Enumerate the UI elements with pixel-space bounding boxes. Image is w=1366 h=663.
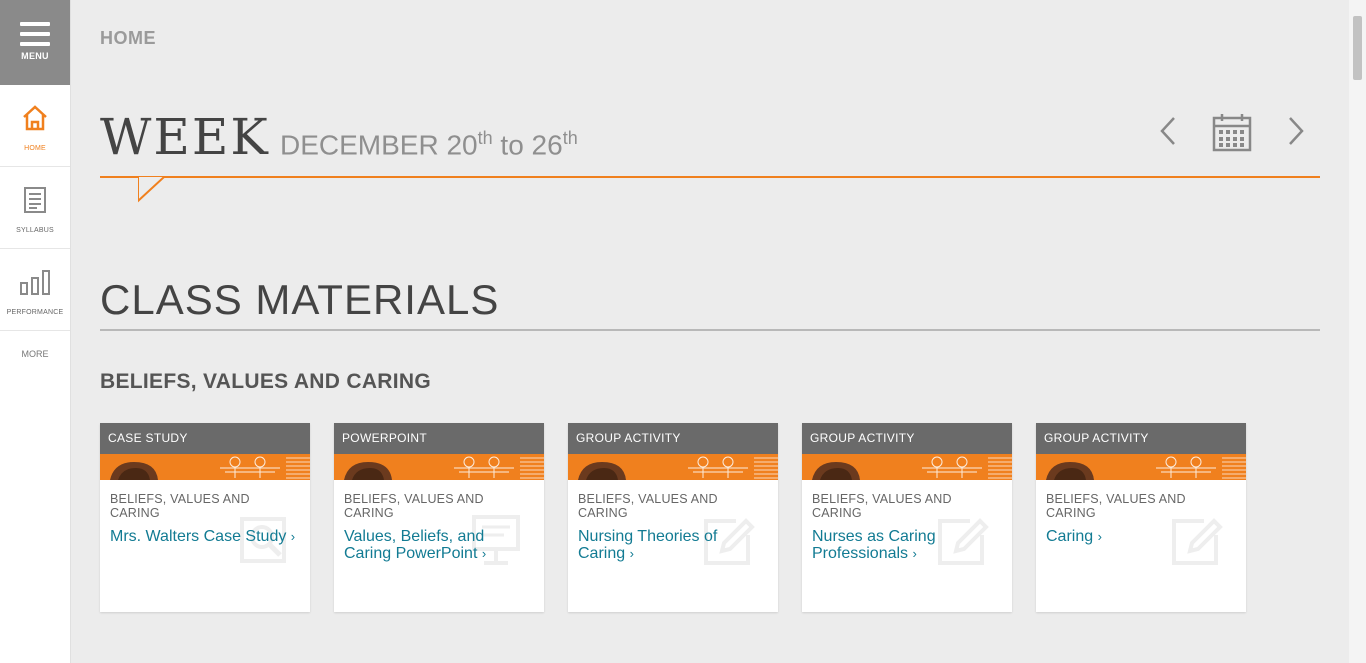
home-icon <box>23 105 47 131</box>
card-title-link[interactable]: Values, Beliefs, and Caring PowerPoint › <box>334 520 544 562</box>
card-title-link[interactable]: Nursing Theories of Caring › <box>568 520 778 562</box>
card-list: CASE STUDY BELIEFS, VALUES AND CARING Mr… <box>100 423 1246 612</box>
chevron-right-icon: › <box>290 529 296 544</box>
vertical-scrollbar[interactable] <box>1349 0 1366 663</box>
sidebar-item-syllabus[interactable]: SYLLABUS <box>0 167 70 249</box>
performance-icon <box>20 270 50 295</box>
card-banner-image <box>334 454 544 480</box>
chevron-right-icon: › <box>912 546 917 561</box>
section-title: CLASS MATERIALS <box>100 276 500 323</box>
card-title-link[interactable]: Caring › <box>1036 520 1246 545</box>
sidebar-more-button[interactable]: MORE <box>0 331 70 359</box>
material-card[interactable]: GROUP ACTIVITY BELIEFS, VALUES AND CARIN… <box>1036 423 1246 612</box>
hamburger-icon <box>20 22 50 46</box>
material-card[interactable]: POWERPOINT BELIEFS, VALUES AND CARING Va… <box>334 423 544 612</box>
calendar-icon <box>1212 114 1252 152</box>
chevron-right-icon: › <box>481 546 487 561</box>
sidebar-item-label: HOME <box>24 145 46 152</box>
menu-button[interactable]: MENU <box>0 0 70 85</box>
sidebar-item-performance[interactable]: PERFORMANCE <box>0 249 70 331</box>
card-banner-image <box>1036 454 1246 480</box>
material-card[interactable]: CASE STUDY BELIEFS, VALUES AND CARING Mr… <box>100 423 310 612</box>
chevron-right-icon: › <box>1097 529 1102 544</box>
sidebar-item-label: SYLLABUS <box>16 227 54 234</box>
card-banner-image <box>568 454 778 480</box>
next-week-button[interactable] <box>1286 116 1306 151</box>
week-divider <box>100 176 1320 178</box>
week-title: WEEK <box>100 108 270 166</box>
card-type: CASE STUDY <box>100 423 310 454</box>
chevron-right-icon: › <box>629 546 634 561</box>
speech-notch <box>138 177 165 203</box>
material-card[interactable]: GROUP ACTIVITY BELIEFS, VALUES AND CARIN… <box>568 423 778 612</box>
material-card[interactable]: GROUP ACTIVITY BELIEFS, VALUES AND CARIN… <box>802 423 1012 612</box>
card-type: POWERPOINT <box>334 423 544 454</box>
card-type: GROUP ACTIVITY <box>802 423 1012 454</box>
calendar-button[interactable] <box>1212 112 1252 157</box>
card-title-link[interactable]: Mrs. Walters Case Study › <box>100 520 310 545</box>
chevron-right-icon <box>1289 117 1304 145</box>
breadcrumb[interactable]: HOME <box>100 28 156 49</box>
sidebar: MENU HOME SYLLABUS PERFORMANCE MORE <box>0 0 71 663</box>
menu-label: MENU <box>21 51 49 61</box>
card-banner-image <box>100 454 310 480</box>
scrollbar-thumb[interactable] <box>1353 16 1362 80</box>
week-date-range: DECEMBER 20th to 26th <box>280 128 578 161</box>
previous-week-button[interactable] <box>1158 116 1178 151</box>
card-title-link[interactable]: Nurses as Caring Professionals › <box>802 520 1012 562</box>
syllabus-icon <box>24 187 46 213</box>
chevron-left-icon <box>1160 117 1175 145</box>
card-type: GROUP ACTIVITY <box>1036 423 1246 454</box>
sidebar-item-label: PERFORMANCE <box>6 309 64 316</box>
sidebar-item-home[interactable]: HOME <box>0 85 70 167</box>
group-title: BELIEFS, VALUES AND CARING <box>100 370 431 393</box>
card-banner-image <box>802 454 1012 480</box>
section-divider <box>100 329 1320 331</box>
card-type: GROUP ACTIVITY <box>568 423 778 454</box>
